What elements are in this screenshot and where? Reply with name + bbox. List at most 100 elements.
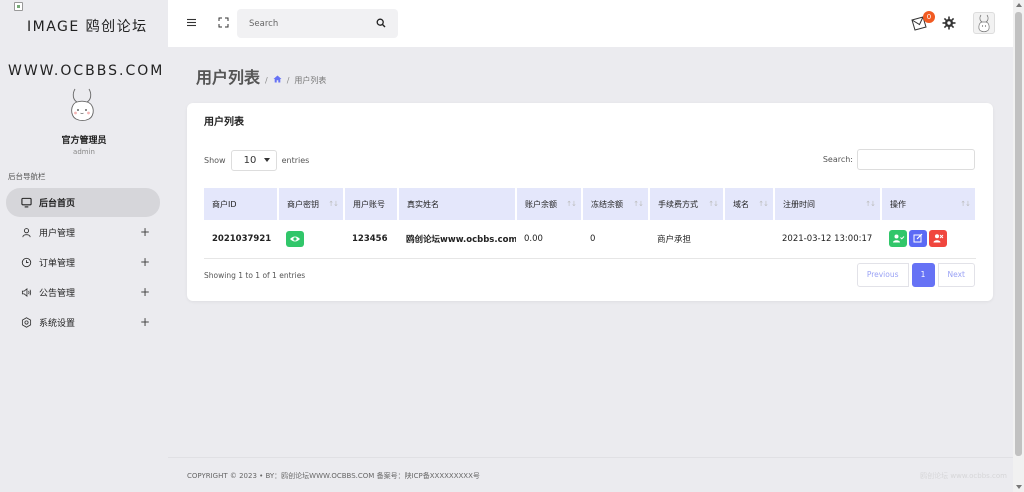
sidebar: IMAGE 鸥创论坛 WWW.OCBBS.COM 官方管理员 admin 后台导…: [0, 0, 168, 492]
topbar: 0: [168, 0, 1013, 47]
gear-icon[interactable]: [942, 16, 956, 30]
edit-button[interactable]: [909, 230, 927, 248]
sidebar-item-settings[interactable]: 系统设置 +: [6, 308, 160, 337]
show-label: Show: [204, 156, 226, 165]
column-label: 商户ID: [212, 199, 237, 209]
sort-icon: ↑↓: [328, 200, 339, 208]
eye-icon: [290, 236, 300, 242]
scroll-up-icon[interactable]: [1016, 3, 1022, 7]
user-list-card: 用户列表 Show 10 entries Search: 商户ID 商户密钥 ↑↓…: [187, 103, 993, 301]
search-icon[interactable]: [376, 18, 386, 28]
user-table: 商户ID 商户密钥 ↑↓ 用户账号 真实姓名 账户余额 ↑↓ 冻结余额 ↑↓ 手续费方…: [204, 188, 977, 259]
broken-image-icon: [14, 2, 23, 11]
cell-fee-mode[interactable]: 商户承担: [649, 220, 724, 259]
cell-registered: 2021-03-12 13:00:17: [774, 220, 881, 259]
logo[interactable]: IMAGE 鸥创论坛: [14, 0, 164, 40]
fullscreen-icon[interactable]: [218, 17, 229, 28]
column-header-fee-mode[interactable]: 手续费方式 ↑↓: [649, 188, 725, 220]
column-label: 真实姓名: [407, 199, 439, 209]
notification-badge: 0: [923, 11, 935, 23]
scroll-thumb[interactable]: [1015, 12, 1022, 456]
card-title: 用户列表: [204, 117, 244, 128]
assign-user-button[interactable]: [889, 230, 907, 248]
table-header-row: 商户ID 商户密钥 ↑↓ 用户账号 真实姓名 账户余额 ↑↓ 冻结余额 ↑↓ 手续费方…: [204, 188, 977, 220]
edit-icon: [913, 233, 923, 243]
cell-domain: [724, 220, 774, 259]
page-title: 用户列表: [196, 68, 261, 87]
next-page-button[interactable]: Next: [937, 263, 975, 287]
breadcrumb: 用户列表 / / 用户列表: [196, 64, 327, 87]
cell-frozen: 0: [582, 220, 649, 259]
column-label: 手续费方式: [658, 199, 698, 209]
sort-icon: ↑↓: [758, 200, 769, 208]
scroll-down-icon[interactable]: [1016, 485, 1022, 489]
page-length-value: 10: [243, 155, 257, 166]
user-icon: [20, 227, 32, 239]
column-header-merchant-id[interactable]: 商户ID: [204, 188, 279, 220]
table-info: Showing 1 to 1 of 1 entries: [204, 271, 306, 280]
pagination: Previous 1 Next: [856, 263, 975, 287]
column-label: 注册时间: [783, 199, 815, 209]
sidebar-item-label: 系统设置: [39, 319, 76, 329]
column-label: 操作: [890, 199, 906, 209]
column-label: 用户账号: [353, 199, 385, 209]
column-header-domain[interactable]: 域名 ↑↓: [724, 188, 775, 220]
settings-icon: [20, 317, 32, 329]
page-length-select[interactable]: 10: [230, 150, 277, 171]
user-check-icon: [893, 234, 905, 243]
menu-icon[interactable]: [186, 17, 197, 28]
sort-icon: ↑↓: [865, 200, 876, 208]
search-input[interactable]: [237, 9, 367, 38]
sidebar-item-orders[interactable]: 订单管理 +: [6, 248, 160, 277]
table-search: Search:: [823, 149, 975, 170]
sort-icon: ↑↓: [566, 200, 577, 208]
sidebar-item-announcements[interactable]: 公告管理 +: [6, 278, 160, 307]
user-remove-icon: [933, 234, 944, 243]
breadcrumb-current: 用户列表: [294, 76, 327, 85]
admin-username: admin: [73, 148, 95, 156]
cell-balance: 0.00: [516, 220, 582, 259]
sidebar-item-label: 订单管理: [39, 259, 76, 269]
expand-icon[interactable]: +: [140, 315, 150, 329]
footer-watermark: 鸥创论坛 www.ocbbs.com: [920, 472, 1007, 480]
speaker-icon: [20, 287, 32, 299]
logo-text: IMAGE 鸥创论坛: [27, 19, 148, 35]
column-header-registered[interactable]: 注册时间 ↑↓: [774, 188, 882, 220]
column-header-balance[interactable]: 账户余额 ↑↓: [516, 188, 583, 220]
table-row: 2021037921 123456 鸥创论坛www.ocbbs.com 0.00…: [204, 220, 976, 259]
column-header-real-name[interactable]: 真实姓名: [398, 188, 517, 220]
rabbit-avatar-icon: [71, 88, 94, 121]
cell-account: 123456: [344, 220, 398, 259]
expand-icon[interactable]: +: [140, 225, 150, 239]
column-header-merchant-key[interactable]: 商户密钥 ↑↓: [278, 188, 345, 220]
cell-merchant-id: 2021037921: [204, 220, 278, 259]
sidebar-item-label: 公告管理: [39, 289, 76, 299]
nav-heading: 后台导航栏: [8, 172, 46, 181]
sidebar-item-users[interactable]: 用户管理 +: [6, 218, 160, 247]
rabbit-avatar-icon: [978, 14, 990, 33]
search-box: [237, 9, 398, 38]
column-header-account[interactable]: 用户账号: [344, 188, 399, 220]
sidebar-item-dashboard[interactable]: 后台首页: [6, 188, 160, 217]
expand-icon[interactable]: +: [140, 255, 150, 269]
page-length-control: Show 10 entries: [204, 150, 309, 171]
table-search-input[interactable]: [857, 149, 975, 170]
page-scrollbar[interactable]: [1013, 0, 1024, 492]
column-header-frozen[interactable]: 冻结余额 ↑↓: [582, 188, 650, 220]
view-key-button[interactable]: [286, 230, 304, 247]
home-icon[interactable]: [273, 75, 282, 86]
sidebar-item-label: 后台首页: [39, 199, 76, 209]
cell-actions: [881, 220, 976, 259]
admin-title: 官方管理员: [61, 136, 107, 146]
cell-merchant-key: [278, 220, 344, 259]
column-label: 域名: [733, 199, 749, 209]
page-1-button[interactable]: 1: [911, 263, 935, 287]
expand-icon[interactable]: +: [140, 285, 150, 299]
user-avatar[interactable]: [973, 12, 995, 34]
chevron-down-icon: [263, 158, 270, 162]
sidebar-nav: 后台首页 用户管理 + 订单管理 + 公告管理 + 系统设置 +: [6, 188, 160, 338]
previous-page-button[interactable]: Previous: [856, 263, 909, 287]
footer-copyright: COPYRIGHT © 2023 • BY：鸥创论坛WWW.OCBBS.COM …: [187, 472, 480, 480]
delete-user-button[interactable]: [929, 230, 947, 248]
column-header-actions[interactable]: 操作 ↑↓: [881, 188, 977, 220]
